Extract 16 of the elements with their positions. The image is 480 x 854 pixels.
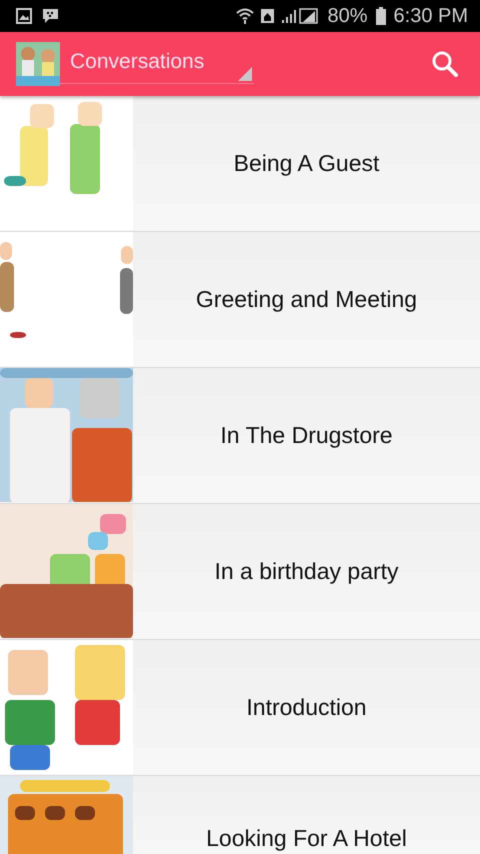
battery-percentage: 80%	[327, 4, 368, 28]
conversation-item[interactable]: Being A Guest	[0, 96, 480, 232]
home-icon	[260, 8, 276, 24]
chat-icon	[42, 8, 59, 24]
conversation-item[interactable]: In a birthday party	[0, 504, 480, 640]
conversation-item[interactable]: Introduction	[0, 640, 480, 776]
signal-icon	[281, 8, 320, 24]
wifi-icon	[236, 7, 254, 25]
caret-icon	[238, 67, 252, 81]
conversation-item[interactable]: In The Drugstore	[0, 368, 480, 504]
app-logo-icon[interactable]	[16, 42, 60, 86]
battery-icon	[376, 7, 386, 25]
conversation-item[interactable]: Greeting and Meeting	[0, 232, 480, 368]
clock: 6:30 PM	[394, 4, 468, 28]
gallery-icon	[16, 8, 32, 24]
conversation-item[interactable]: Looking For A Hotel	[0, 776, 480, 854]
